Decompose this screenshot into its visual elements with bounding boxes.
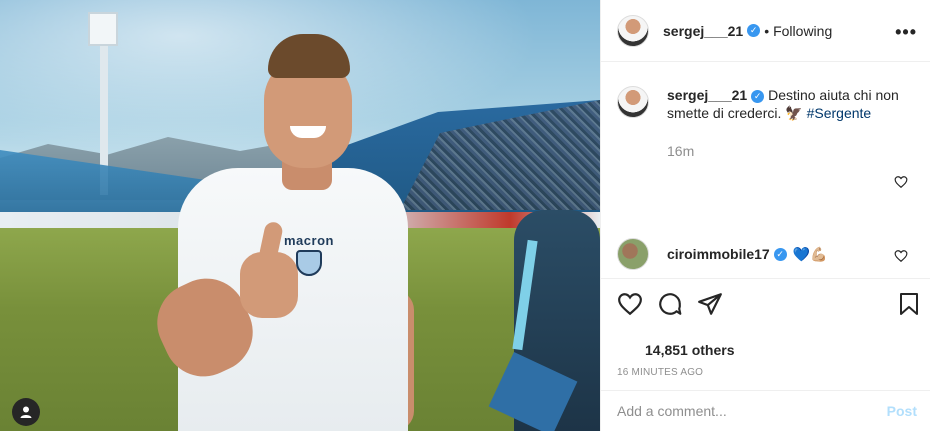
verified-icon: ✓ [747,24,761,37]
caption-hashtag[interactable]: #Sergente [807,105,872,121]
post-actions [601,278,930,326]
shirt-crest [296,250,322,276]
likers-avatars [617,334,639,356]
comment-avatar[interactable] [617,238,649,270]
player-fist [240,252,298,318]
post-timestamp: 16 MINUTES AGO [617,367,704,378]
comment-row: ciroimmobile17 ✓ 💙💪🏼 [617,238,828,270]
comment-text: 💙💪🏼 [792,245,828,262]
comment-input[interactable] [617,403,887,419]
comment-username[interactable]: ciroimmobile17 [667,246,770,262]
avatar[interactable] [617,14,649,47]
user-tag-glyph [20,406,32,418]
post-header: sergej___21 ✓ • Following ••• [601,0,930,62]
post-caption: sergej___21 ✓ Destino aiuta chi non smett… [617,86,917,122]
verified-icon: ✓ [751,89,765,103]
post-sidebar: sergej___21 ✓ • Following ••• sergej___2… [600,0,930,431]
comment-icon[interactable] [657,291,683,317]
more-icon[interactable]: ••• [895,22,917,43]
add-comment-bar: Post [601,390,930,431]
bookmark-icon[interactable] [897,291,921,317]
header-username[interactable]: sergej___21 [663,23,743,39]
post-comment-button[interactable]: Post [887,403,917,419]
share-icon[interactable] [697,291,723,317]
following-button[interactable]: Following [773,23,832,39]
caption-avatar[interactable] [617,86,649,118]
caption-time: 16m [667,143,695,159]
heart-icon[interactable] [894,175,908,189]
separator-dot: • [764,22,770,39]
likes-count[interactable]: 14,851 others [645,342,735,358]
photo-floodlight-head [88,12,118,46]
heart-icon[interactable] [617,291,643,317]
post-photo[interactable]: macron [0,0,600,431]
verified-icon: ✓ [773,247,787,261]
caption-username[interactable]: sergej___21 [667,87,747,103]
caption-text-block: sergej___21 ✓ Destino aiuta chi non smett… [667,86,917,122]
heart-icon[interactable] [894,249,908,263]
user-tag-icon[interactable] [12,398,40,426]
shirt-brand: macron [284,233,334,248]
